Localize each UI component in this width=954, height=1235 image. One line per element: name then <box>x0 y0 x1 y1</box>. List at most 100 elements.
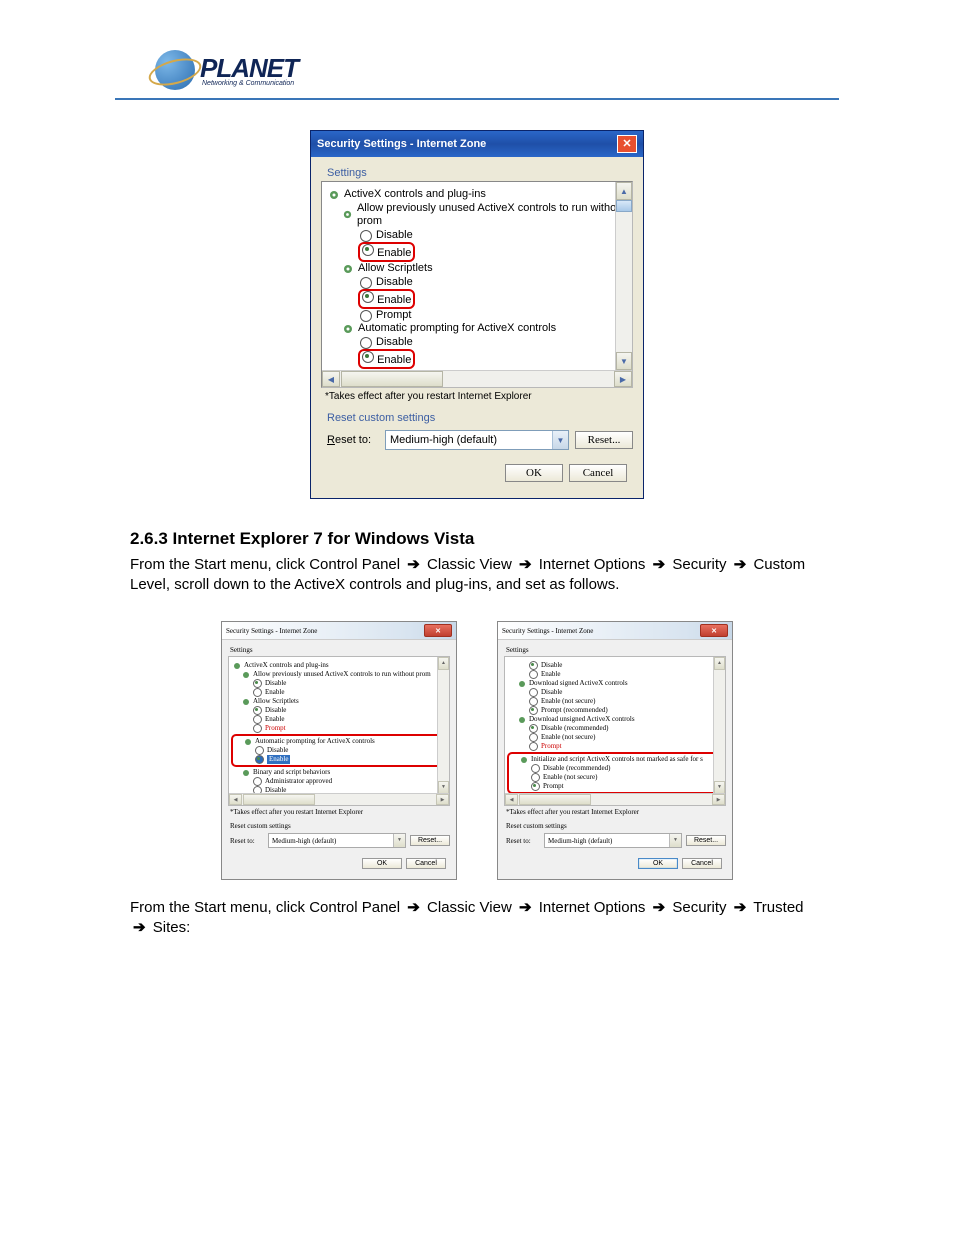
radio-enable[interactable]: Enable <box>509 670 722 679</box>
radio-disable[interactable]: Disable <box>509 688 722 697</box>
horizontal-scrollbar[interactable]: ◀▶ <box>229 793 449 805</box>
scroll-right-icon[interactable]: ▶ <box>712 794 725 805</box>
radio-prompt-rec[interactable]: Prompt (recommended) <box>509 706 722 715</box>
radio-enable[interactable]: Enable <box>328 289 628 309</box>
settings-label: Settings <box>230 646 450 654</box>
horizontal-scrollbar[interactable]: ◀ ▶ <box>322 370 632 387</box>
security-settings-dialog: Security Settings - Internet Zone ✕ Sett… <box>310 130 644 499</box>
settings-listbox[interactable]: ActiveX controls and plug-ins Allow prev… <box>228 656 450 806</box>
arrow-right-icon: ➔ <box>407 899 420 916</box>
vertical-scrollbar[interactable]: ▲ ▼ <box>615 182 632 370</box>
horizontal-scrollbar[interactable]: ◀▶ <box>505 793 725 805</box>
reset-to-label: Reset to: <box>327 434 379 446</box>
reset-to-label: Reset to: <box>230 837 264 845</box>
chevron-down-icon: ▼ <box>552 431 568 449</box>
scroll-right-icon[interactable]: ▶ <box>614 371 632 387</box>
scroll-up-icon[interactable]: ▲ <box>714 657 725 670</box>
category-activex: ActiveX controls and plug-ins <box>328 188 628 201</box>
scroll-left-icon[interactable]: ◀ <box>229 794 242 805</box>
ok-button[interactable]: OK <box>505 464 563 482</box>
reset-header: Reset custom settings <box>506 822 726 830</box>
category-item: Download unsigned ActiveX controls <box>509 715 722 724</box>
radio-prompt[interactable]: Prompt <box>233 724 446 733</box>
reset-level-combobox[interactable]: Medium-high (default) ▼ <box>385 430 569 450</box>
scroll-right-icon[interactable]: ▶ <box>436 794 449 805</box>
gear-icon <box>520 756 528 764</box>
category-item: Initialize and script ActiveX controls n… <box>511 755 720 764</box>
cancel-button[interactable]: Cancel <box>406 858 446 869</box>
settings-listbox[interactable]: Disable Enable Download signed ActiveX c… <box>504 656 726 806</box>
radio-enable[interactable]: Enable <box>328 242 628 262</box>
gear-icon <box>242 698 250 706</box>
dialog-titlebar[interactable]: Security Settings - Internet Zone ✕ <box>311 131 643 157</box>
radio-disable-rec[interactable]: Disable (recommended) <box>511 764 720 773</box>
dialog-titlebar[interactable]: Security Settings - Internet Zone ✕ <box>222 622 456 640</box>
scroll-left-icon[interactable]: ◀ <box>505 794 518 805</box>
radio-icon <box>362 291 374 303</box>
paragraph-2: From the Start menu, click Control Panel… <box>130 898 834 938</box>
reset-level-combobox[interactable]: Medium-high (default)▼ <box>544 833 682 848</box>
ok-button[interactable]: OK <box>638 858 678 869</box>
radio-disable[interactable]: Disable <box>328 229 628 242</box>
radio-disable[interactable]: Disable <box>509 661 722 670</box>
scroll-thumb[interactable] <box>243 794 315 805</box>
vertical-scrollbar[interactable]: ▲▼ <box>713 657 725 794</box>
radio-disable-rec[interactable]: Disable (recommended) <box>509 724 722 733</box>
arrow-right-icon: ➔ <box>519 556 532 573</box>
radio-icon <box>362 244 374 256</box>
reset-button[interactable]: Reset... <box>686 835 726 846</box>
radio-admin[interactable]: Administrator approved <box>233 777 446 786</box>
radio-disable[interactable]: Disable <box>233 706 446 715</box>
radio-icon <box>529 724 538 733</box>
ok-button[interactable]: OK <box>362 858 402 869</box>
category-item: Automatic prompting for ActiveX controls <box>235 737 444 746</box>
radio-enable-ns[interactable]: Enable (not secure) <box>509 697 722 706</box>
combo-value: Medium-high (default) <box>548 837 612 845</box>
reset-level-combobox[interactable]: Medium-high (default)▼ <box>268 833 406 848</box>
arrow-right-icon: ➔ <box>653 899 666 916</box>
radio-enable[interactable]: Enable <box>235 755 444 764</box>
radio-icon <box>529 670 538 679</box>
radio-enable-ns[interactable]: Enable (not secure) <box>509 733 722 742</box>
radio-prompt[interactable]: Prompt <box>509 742 722 751</box>
scroll-thumb[interactable] <box>341 371 443 387</box>
paragraph-1: From the Start menu, click Control Panel… <box>130 555 834 595</box>
cancel-button[interactable]: Cancel <box>569 464 627 482</box>
dialog-titlebar[interactable]: Security Settings - Internet Zone ✕ <box>498 622 732 640</box>
close-button[interactable]: ✕ <box>617 135 637 153</box>
radio-icon <box>253 688 262 697</box>
radio-enable-ns[interactable]: Enable (not secure) <box>511 773 720 782</box>
radio-disable[interactable]: Disable <box>235 746 444 755</box>
close-button[interactable]: ✕ <box>700 624 728 637</box>
security-settings-dialog-right: Security Settings - Internet Zone ✕ Sett… <box>497 621 733 880</box>
reset-header: Reset custom settings <box>327 412 633 424</box>
reset-button[interactable]: Reset... <box>410 835 450 846</box>
settings-listbox[interactable]: ActiveX controls and plug-ins Allow prev… <box>321 181 633 388</box>
scroll-thumb[interactable] <box>519 794 591 805</box>
cancel-button[interactable]: Cancel <box>682 858 722 869</box>
scroll-left-icon[interactable]: ◀ <box>322 371 340 387</box>
category-scriptlets: Allow Scriptlets <box>328 262 628 275</box>
scroll-up-icon[interactable]: ▲ <box>616 182 632 200</box>
vertical-scrollbar[interactable]: ▲▼ <box>437 657 449 794</box>
radio-disable[interactable]: Disable <box>328 276 628 289</box>
reset-to-label: Reset to: <box>506 837 540 845</box>
close-button[interactable]: ✕ <box>424 624 452 637</box>
radio-disable[interactable]: Disable <box>233 679 446 688</box>
gear-icon <box>244 738 252 746</box>
radio-icon <box>253 679 262 688</box>
radio-enable[interactable]: Enable <box>233 688 446 697</box>
arrow-right-icon: ➔ <box>407 556 420 573</box>
chevron-down-icon: ▼ <box>393 834 405 847</box>
radio-prompt[interactable]: Prompt <box>328 309 628 322</box>
restart-note: *Takes effect after you restart Internet… <box>506 808 726 816</box>
radio-prompt[interactable]: Prompt <box>511 782 720 791</box>
logo: PLANET Networking & Communication <box>155 50 839 90</box>
scroll-down-icon[interactable]: ▼ <box>616 352 632 370</box>
radio-icon <box>253 777 262 786</box>
reset-button[interactable]: Reset... <box>575 431 633 449</box>
radio-enable[interactable]: Enable <box>328 349 628 369</box>
radio-enable[interactable]: Enable <box>233 715 446 724</box>
radio-disable[interactable]: Disable <box>328 336 628 349</box>
scroll-up-icon[interactable]: ▲ <box>438 657 449 670</box>
